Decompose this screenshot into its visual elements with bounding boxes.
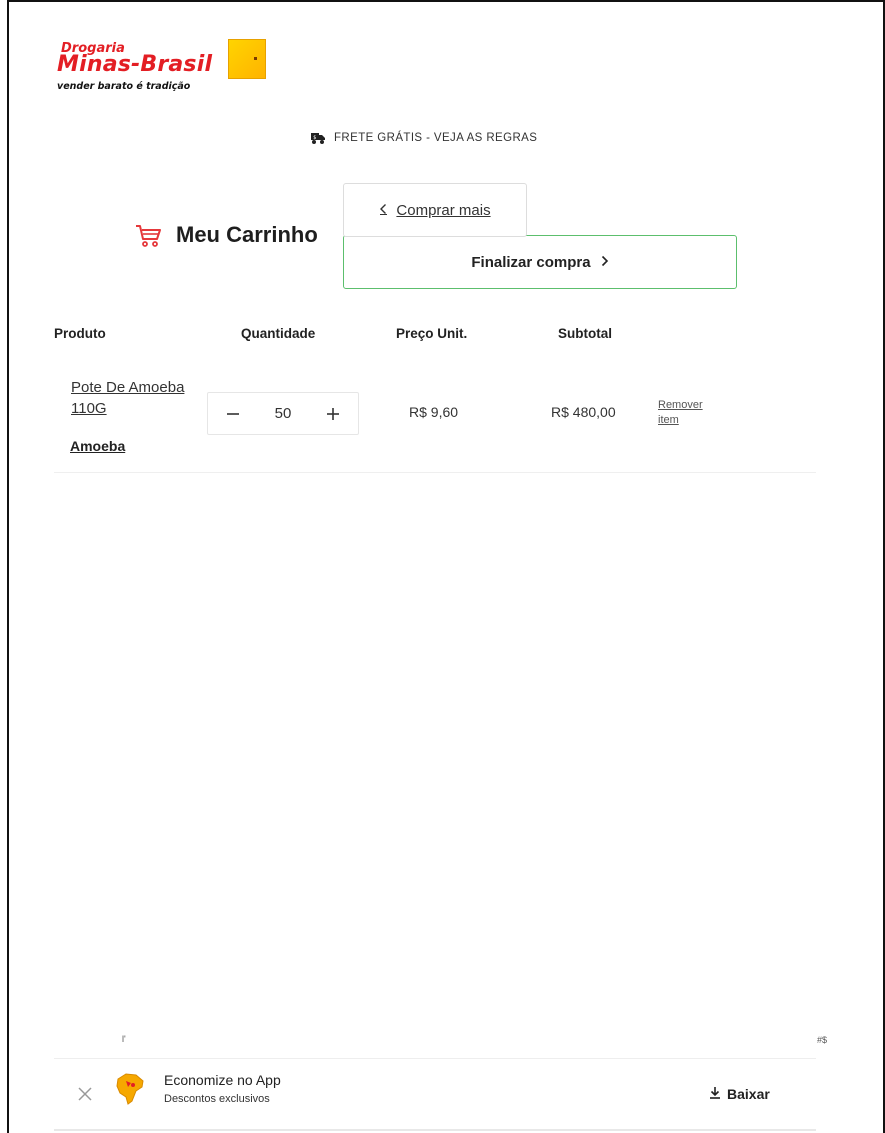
download-app-label: Baixar	[727, 1086, 770, 1102]
app-banner-title: Economize no App	[164, 1072, 281, 1088]
item-subtotal: R$ 480,00	[551, 404, 616, 420]
column-header-product: Produto	[54, 326, 106, 341]
logo-tagline: vender barato é tradição	[57, 81, 191, 92]
logo-brand-text: Minas-Brasil	[57, 52, 213, 77]
logo-box-icon	[228, 39, 266, 79]
product-brand-link[interactable]: Amoeba	[70, 438, 125, 454]
page-title: Meu Carrinho	[176, 222, 318, 247]
quantity-value[interactable]: 50	[275, 405, 292, 422]
stray-mark-right: #$	[817, 1035, 828, 1045]
svg-text:$: $	[313, 135, 317, 141]
download-app-button[interactable]: Baixar	[709, 1086, 770, 1102]
chevron-left-icon	[379, 202, 388, 219]
stray-mark-left: l'	[122, 1034, 126, 1044]
brazil-map-icon	[114, 1071, 146, 1107]
free-shipping-label: FRETE GRÁTIS - VEJA AS REGRAS	[334, 132, 538, 144]
cart-heading: Meu Carrinho	[134, 221, 318, 249]
minus-icon	[227, 412, 239, 415]
store-logo[interactable]: Drogaria Minas-Brasil vender barato é tr…	[55, 38, 275, 98]
download-icon	[709, 1086, 721, 1102]
continue-shopping-button[interactable]: Comprar mais	[343, 183, 527, 237]
cart-item-row: Pote De Amoeba 110G Amoeba 50 R$ 9,60 R$…	[54, 360, 816, 473]
chevron-right-icon	[601, 254, 609, 271]
quantity-stepper: 50	[207, 392, 359, 435]
shopping-cart-icon	[134, 221, 162, 249]
app-download-banner: Economize no App Descontos exclusivos Ba…	[54, 1058, 816, 1131]
product-name-link[interactable]: Pote De Amoeba 110G	[71, 377, 211, 419]
remove-item-link[interactable]: Remover item	[658, 398, 718, 428]
truck-icon: $	[310, 131, 326, 145]
column-header-subtotal: Subtotal	[558, 326, 612, 341]
free-shipping-link[interactable]: $ FRETE GRÁTIS - VEJA AS REGRAS	[310, 131, 537, 145]
finalize-purchase-label: Finalizar compra	[471, 253, 591, 271]
finalize-purchase-button[interactable]: Finalizar compra	[343, 235, 737, 289]
app-banner-subtitle: Descontos exclusivos	[164, 1093, 270, 1105]
unit-price: R$ 9,60	[409, 404, 459, 420]
page-frame	[7, 0, 885, 1133]
column-header-quantity: Quantidade	[241, 326, 316, 341]
increase-quantity-button[interactable]	[322, 403, 344, 425]
close-icon[interactable]	[76, 1085, 94, 1103]
decrease-quantity-button[interactable]	[222, 403, 244, 425]
plus-icon	[327, 407, 339, 420]
column-header-unit-price: Preço Unit.	[396, 326, 468, 341]
continue-shopping-label: Comprar mais	[396, 201, 491, 219]
